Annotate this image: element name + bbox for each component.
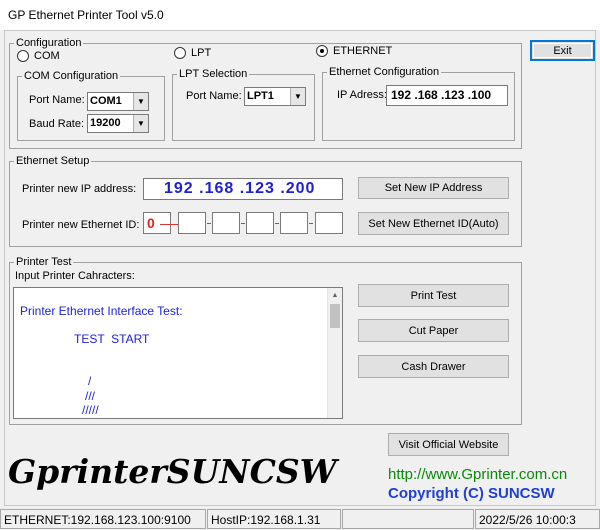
new-ethernet-id-label: Printer new Ethernet ID: xyxy=(22,219,140,231)
gprinter-suncsw-logo: GprinterSUNCSW xyxy=(8,452,337,491)
printer-test-legend: Printer Test xyxy=(16,256,72,268)
input-characters-label: Input Printer Cahracters: xyxy=(15,270,135,282)
exit-button[interactable]: Exit xyxy=(530,40,595,61)
cash-drawer-button[interactable]: Cash Drawer xyxy=(358,355,509,378)
text-line: /// xyxy=(85,389,96,403)
website-url: http://www.Gprinter.com.cn xyxy=(388,466,568,483)
chevron-down-icon[interactable]: ▼ xyxy=(133,93,148,110)
text-line: / xyxy=(88,374,92,388)
text-line: TEST START xyxy=(74,332,150,346)
ethernet-id-field-4[interactable] xyxy=(246,212,274,234)
com-port-label: Port Name: xyxy=(29,94,85,106)
ethernet-id-field-1[interactable]: 0 xyxy=(143,212,184,234)
status-empty xyxy=(342,509,474,529)
separator-dash xyxy=(309,223,313,224)
set-new-ethernet-id-button[interactable]: Set New Ethernet ID(Auto) xyxy=(358,212,509,235)
lpt-radio[interactable]: LPT xyxy=(174,47,211,59)
configuration-legend: Configuration xyxy=(16,37,82,49)
set-new-ip-button[interactable]: Set New IP Address xyxy=(358,177,509,199)
ethernet-setup-legend: Ethernet Setup xyxy=(16,155,90,167)
print-test-button[interactable]: Print Test xyxy=(358,284,509,307)
lpt-port-label: Port Name: xyxy=(186,90,242,102)
ethernet-id-field-6[interactable] xyxy=(315,212,343,234)
com-configuration-legend: COM Configuration xyxy=(24,70,119,82)
printer-characters-textarea[interactable]: Printer Ethernet Interface Test: TEST ST… xyxy=(13,287,343,419)
ip-address-input[interactable]: 192 .168 .123 .100 xyxy=(386,85,508,106)
separator-dash xyxy=(207,223,211,224)
cut-paper-button[interactable]: Cut Paper xyxy=(358,319,509,342)
radio-indicator-selected xyxy=(316,45,328,57)
new-ip-label: Printer new IP address: xyxy=(22,183,137,195)
baud-rate-select[interactable]: 19200 ▼ xyxy=(87,114,149,133)
vertical-scrollbar[interactable]: ▲ xyxy=(327,288,342,418)
ethernet-radio[interactable]: ETHERNET xyxy=(316,45,392,57)
baud-rate-label: Baud Rate: xyxy=(29,118,85,130)
ip-address-label: IP Adress: xyxy=(337,89,387,101)
title-bar: GP Ethernet Printer Tool v5.0 xyxy=(0,0,600,30)
text-line: Printer Ethernet Interface Test: xyxy=(20,304,183,318)
new-ip-input[interactable]: 192 .168 .123 .200 xyxy=(143,178,343,200)
text-line: ///// xyxy=(82,403,99,417)
scroll-up-icon[interactable]: ▲ xyxy=(328,288,342,303)
com-port-select[interactable]: COM1 ▼ xyxy=(87,92,149,111)
visit-website-button[interactable]: Visit Official Website xyxy=(388,433,509,456)
lpt-selection-legend: LPT Selection xyxy=(179,68,248,80)
ethernet-id-field-3[interactable] xyxy=(212,212,240,234)
scroll-thumb[interactable] xyxy=(330,304,340,328)
status-host-ip: HostIP:192.168.1.31 xyxy=(207,509,341,529)
ethernet-id-value: 0 xyxy=(147,215,155,231)
radio-indicator xyxy=(174,47,186,59)
ethernet-id-field-5[interactable] xyxy=(280,212,308,234)
window-title: GP Ethernet Printer Tool v5.0 xyxy=(8,8,164,22)
status-ethernet: ETHERNET:192.168.123.100:9100 xyxy=(0,509,206,529)
ethernet-configuration-legend: Ethernet Configuration xyxy=(329,66,440,78)
chevron-down-icon[interactable]: ▼ xyxy=(290,88,305,105)
chevron-down-icon[interactable]: ▼ xyxy=(133,115,148,132)
ethernet-id-field-2[interactable] xyxy=(178,212,206,234)
lpt-port-select[interactable]: LPT1 ▼ xyxy=(244,87,306,106)
separator-dash xyxy=(275,223,279,224)
copyright-text: Copyright (C) SUNCSW xyxy=(388,485,555,502)
separator-dash xyxy=(241,223,245,224)
com-radio[interactable]: COM xyxy=(17,50,60,62)
radio-indicator xyxy=(17,50,29,62)
status-datetime: 2022/5/26 10:00:3 xyxy=(475,509,600,529)
